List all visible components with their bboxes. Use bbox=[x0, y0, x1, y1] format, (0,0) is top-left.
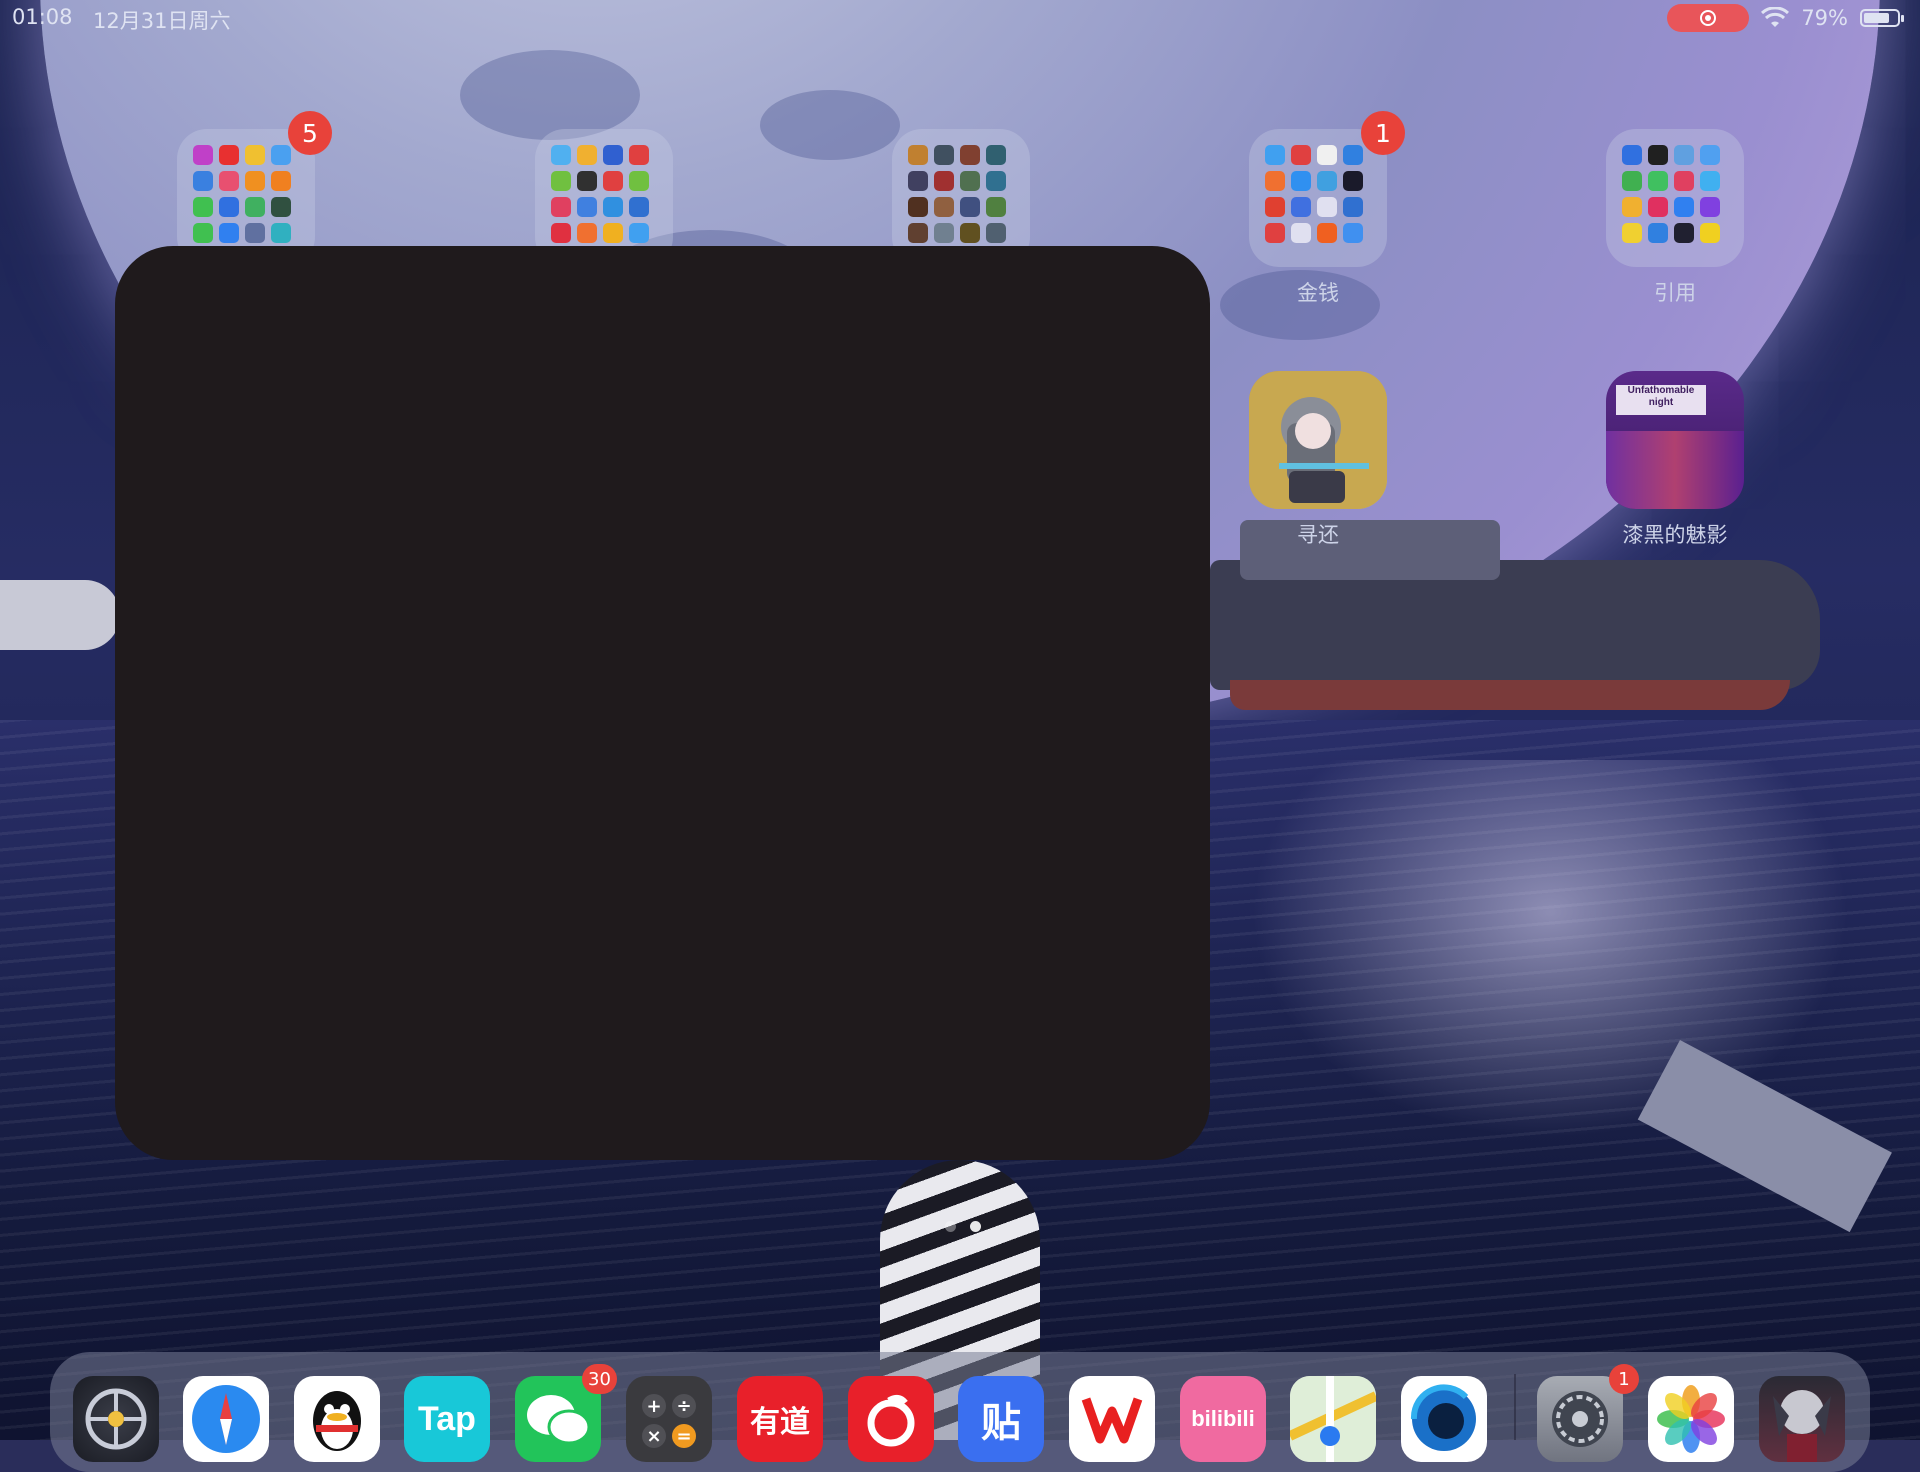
settings-icon[interactable] bbox=[1537, 1376, 1623, 1462]
dock-divider bbox=[1514, 1374, 1516, 1440]
taptap-icon[interactable]: Tap bbox=[404, 1376, 490, 1462]
svg-text:×: × bbox=[646, 1426, 661, 1447]
folder-money[interactable] bbox=[1249, 129, 1387, 267]
record-icon bbox=[1700, 10, 1717, 26]
app-xunhuan-label: 寻还 bbox=[1297, 523, 1339, 547]
folder-money-label: 金钱 bbox=[1297, 281, 1339, 305]
page-dot-2[interactable] bbox=[970, 1221, 981, 1232]
status-bar: 01:08 12月31日周六 79% bbox=[0, 0, 1920, 36]
folder-quote-label: 引用 bbox=[1654, 281, 1696, 305]
wifi-icon bbox=[1761, 7, 1790, 27]
youdao-icon[interactable]: 有道 bbox=[737, 1376, 823, 1462]
dark-overlay-panel[interactable] bbox=[115, 246, 1210, 1160]
qq-icon[interactable] bbox=[294, 1376, 380, 1462]
bilibili-icon[interactable]: bilibili bbox=[1180, 1376, 1266, 1462]
screen-recording-indicator[interactable] bbox=[1667, 4, 1750, 32]
browser-icon[interactable] bbox=[1401, 1376, 1487, 1462]
battery-percent: 79% bbox=[1801, 6, 1848, 30]
app-qihei-meiying-title: Unfathomable night bbox=[1616, 385, 1706, 415]
svg-text:+: + bbox=[646, 1396, 661, 1417]
folder-1-badge: 5 bbox=[288, 111, 332, 155]
app-qihei-meiying-label: 漆黑的魅影 bbox=[1622, 523, 1728, 547]
app-xunhuan[interactable] bbox=[1249, 371, 1387, 509]
anime-girl-icon bbox=[1249, 371, 1387, 509]
maps-icon[interactable] bbox=[1290, 1376, 1376, 1462]
status-time: 01:08 bbox=[12, 5, 73, 29]
tieba-icon[interactable]: 贴 bbox=[958, 1376, 1044, 1462]
photos-icon[interactable] bbox=[1648, 1376, 1734, 1462]
netease-music-icon[interactable] bbox=[848, 1376, 934, 1462]
battery-icon bbox=[1860, 9, 1904, 27]
svg-text:÷: ÷ bbox=[676, 1396, 691, 1417]
game-icon[interactable] bbox=[1759, 1376, 1845, 1462]
calculator-icon[interactable]: + ÷ × = bbox=[626, 1376, 712, 1462]
page-indicator[interactable] bbox=[945, 1221, 981, 1232]
game-center-icon[interactable] bbox=[73, 1376, 159, 1462]
folder-money-badge: 1 bbox=[1361, 111, 1405, 155]
status-date: 12月31日周六 bbox=[93, 9, 231, 33]
svg-text:=: = bbox=[676, 1426, 691, 1447]
folder-quote[interactable] bbox=[1606, 129, 1744, 267]
safari-icon[interactable] bbox=[183, 1376, 269, 1462]
app-qihei-meiying[interactable]: Unfathomable night bbox=[1606, 371, 1744, 509]
wechat-badge: 30 bbox=[582, 1364, 617, 1394]
wps-icon[interactable] bbox=[1069, 1376, 1155, 1462]
settings-badge: 1 bbox=[1609, 1364, 1639, 1394]
page-dot-1[interactable] bbox=[945, 1221, 956, 1232]
battery-level bbox=[1864, 13, 1890, 23]
